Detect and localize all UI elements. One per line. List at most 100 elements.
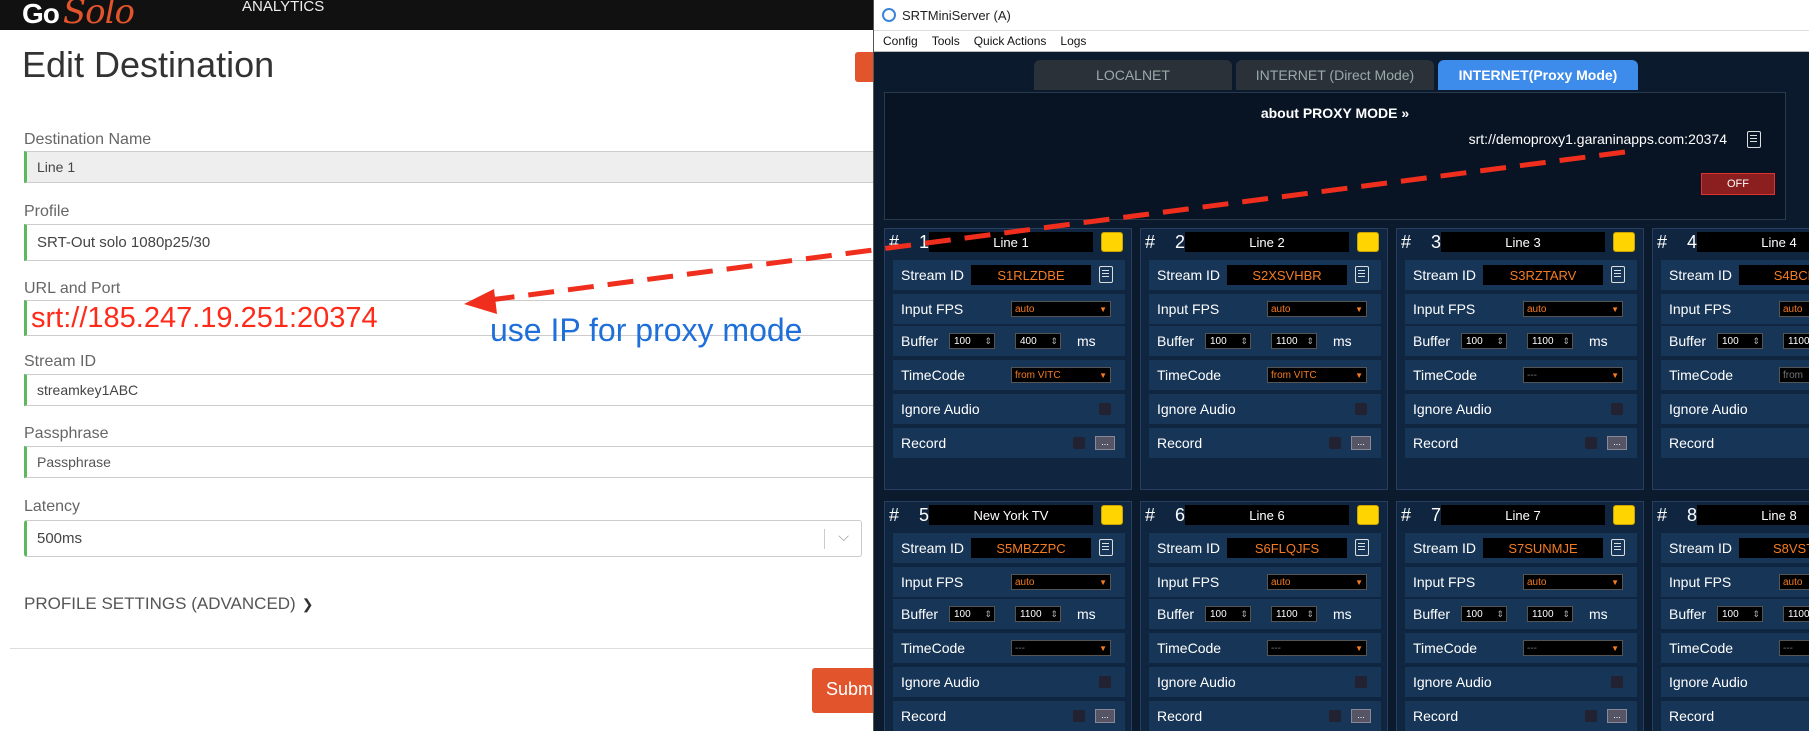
line-name[interactable]: Line 7	[1441, 505, 1605, 525]
timecode-select[interactable]: from VITC	[1011, 367, 1111, 383]
timecode-select[interactable]: ---	[1523, 640, 1623, 656]
profile-input[interactable]: SRT-Out solo 1080p25/30	[24, 224, 884, 261]
stream-id-value[interactable]: S8VSTM	[1739, 538, 1809, 558]
record-checkbox[interactable]	[1329, 437, 1341, 449]
tab-localnet[interactable]: LOCALNET	[1034, 60, 1232, 90]
copy-icon[interactable]	[1355, 539, 1369, 556]
timecode-select[interactable]: ---	[1011, 640, 1111, 656]
buffer-min-spinner[interactable]: 100	[1717, 333, 1763, 349]
input-fps-select[interactable]: auto	[1523, 301, 1623, 317]
profile-settings-toggle[interactable]: PROFILE SETTINGS (ADVANCED) ❯	[24, 594, 313, 614]
buffer-max-spinner[interactable]: 1100	[1271, 333, 1317, 349]
line-name[interactable]: Line 1	[929, 232, 1093, 252]
buffer-max-spinner[interactable]: 1100	[1271, 606, 1317, 622]
copy-icon[interactable]	[1611, 266, 1625, 283]
buffer-max-spinner[interactable]: 1100	[1015, 606, 1061, 622]
buffer-max-spinner[interactable]: 1100	[1527, 333, 1573, 349]
stream-id-value[interactable]: S4BCEZ	[1739, 265, 1809, 285]
line-name[interactable]: Line 2	[1185, 232, 1349, 252]
record-options-button[interactable]: ...	[1351, 709, 1371, 723]
input-fps-select[interactable]: auto	[1523, 574, 1623, 590]
timecode-select[interactable]: ---	[1523, 367, 1623, 383]
record-options-button[interactable]: ...	[1095, 709, 1115, 723]
destination-name-input[interactable]: Line 1	[24, 151, 884, 183]
copy-icon[interactable]	[1611, 539, 1625, 556]
buffer-min-spinner[interactable]: 100	[1205, 333, 1251, 349]
input-fps-select[interactable]: auto	[1779, 574, 1809, 590]
menu-logs[interactable]: Logs	[1060, 34, 1086, 48]
line-name[interactable]: Line 8	[1697, 505, 1809, 525]
ignore-audio-checkbox[interactable]	[1355, 676, 1367, 688]
card-header: # 5 New York TV	[889, 504, 1127, 526]
stream-id-row: Stream ID S5MBZZPC	[893, 533, 1125, 563]
line-name[interactable]: Line 3	[1441, 232, 1605, 252]
status-indicator[interactable]	[1101, 232, 1123, 252]
record-options-button[interactable]: ...	[1607, 709, 1627, 723]
status-indicator[interactable]	[1613, 505, 1635, 525]
menu-tools[interactable]: Tools	[932, 34, 960, 48]
buffer-max-spinner[interactable]: 400	[1015, 333, 1061, 349]
tab-internet-direct[interactable]: INTERNET (Direct Mode)	[1236, 60, 1434, 90]
record-checkbox[interactable]	[1329, 710, 1341, 722]
ignore-audio-checkbox[interactable]	[1355, 403, 1367, 415]
ignore-audio-checkbox[interactable]	[1611, 403, 1623, 415]
passphrase-input[interactable]: Passphrase	[24, 446, 884, 478]
timecode-select[interactable]: from	[1779, 367, 1809, 383]
proxy-off-button[interactable]: OFF	[1701, 173, 1775, 195]
record-checkbox[interactable]	[1585, 437, 1597, 449]
timecode-select[interactable]: ---	[1779, 640, 1809, 656]
record-checkbox[interactable]	[1073, 437, 1085, 449]
input-fps-select[interactable]: auto	[1011, 301, 1111, 317]
menu-quick-actions[interactable]: Quick Actions	[974, 34, 1047, 48]
ignore-audio-checkbox[interactable]	[1099, 676, 1111, 688]
tab-internet-proxy[interactable]: INTERNET(Proxy Mode)	[1438, 60, 1638, 90]
input-fps-select[interactable]: auto	[1267, 574, 1367, 590]
buffer-min-spinner[interactable]: 100	[949, 606, 995, 622]
timecode-select[interactable]: from VITC	[1267, 367, 1367, 383]
copy-icon[interactable]	[1355, 266, 1369, 283]
line-name[interactable]: New York TV	[929, 505, 1093, 525]
stream-id-value[interactable]: S3RZTARV	[1483, 265, 1603, 285]
buffer-max-spinner[interactable]: 1100	[1783, 606, 1809, 622]
line-name[interactable]: Line 4	[1697, 232, 1809, 252]
submit-button[interactable]: Submi	[812, 668, 882, 713]
latency-select[interactable]: 500ms ⌵	[24, 520, 862, 557]
record-options-button[interactable]: ...	[1095, 436, 1115, 450]
record-options-button[interactable]: ...	[1351, 436, 1371, 450]
record-checkbox[interactable]	[1073, 710, 1085, 722]
status-indicator[interactable]	[1357, 505, 1379, 525]
input-fps-select[interactable]: auto	[1267, 301, 1367, 317]
buffer-min-spinner[interactable]: 100	[1461, 333, 1507, 349]
copy-icon[interactable]	[1099, 539, 1113, 556]
stream-id-value[interactable]: S6FLQJFS	[1227, 538, 1347, 558]
status-indicator[interactable]	[1613, 232, 1635, 252]
stream-id-value[interactable]: S7SUNMJE	[1483, 538, 1603, 558]
buffer-min-spinner[interactable]: 100	[1461, 606, 1507, 622]
stream-id-value[interactable]: S2XSVHBR	[1227, 265, 1347, 285]
stream-id-row: Stream ID S1RLZDBE	[893, 260, 1125, 290]
status-indicator[interactable]	[1357, 232, 1379, 252]
record-options-button[interactable]: ...	[1607, 436, 1627, 450]
buffer-max-spinner[interactable]: 1100	[1527, 606, 1573, 622]
timecode-select[interactable]: ---	[1267, 640, 1367, 656]
line-name[interactable]: Line 6	[1185, 505, 1349, 525]
buffer-min-spinner[interactable]: 100	[1205, 606, 1251, 622]
about-proxy-link[interactable]: about PROXY MODE »	[885, 105, 1785, 121]
input-fps-select[interactable]: auto	[1779, 301, 1809, 317]
gosolo-logo[interactable]: Go Solo	[22, 0, 135, 32]
record-checkbox[interactable]	[1585, 710, 1597, 722]
ignore-audio-checkbox[interactable]	[1099, 403, 1111, 415]
copy-icon[interactable]	[1099, 266, 1113, 283]
buffer-min-spinner[interactable]: 100	[1717, 606, 1763, 622]
menu-config[interactable]: Config	[883, 34, 918, 48]
stream-id-input[interactable]: streamkey1ABC	[24, 374, 884, 406]
copy-icon[interactable]	[1747, 131, 1761, 148]
buffer-min-spinner[interactable]: 100	[949, 333, 995, 349]
stream-id-value[interactable]: S5MBZZPC	[971, 538, 1091, 558]
ignore-audio-label: Ignore Audio	[901, 674, 980, 690]
input-fps-select[interactable]: auto	[1011, 574, 1111, 590]
ignore-audio-checkbox[interactable]	[1611, 676, 1623, 688]
status-indicator[interactable]	[1101, 505, 1123, 525]
buffer-max-spinner[interactable]: 1100	[1783, 333, 1809, 349]
stream-id-value[interactable]: S1RLZDBE	[971, 265, 1091, 285]
